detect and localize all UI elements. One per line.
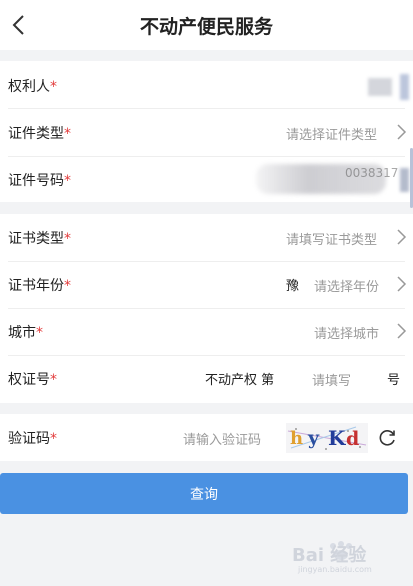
owner-row[interactable]: 权利人* — [0, 62, 413, 109]
cert-no-value-masked-end — [400, 168, 409, 192]
captcha-char: K — [328, 426, 346, 450]
right-no-label: 权证号* — [8, 372, 57, 388]
right-no-row[interactable]: 权证号* 不动产权 第 请填写 号 — [0, 355, 413, 402]
captcha-char: h — [290, 428, 304, 449]
city-label: 城市* — [8, 325, 43, 341]
cert-no-label: 证件号码* — [8, 173, 71, 189]
chevron-right-icon — [397, 276, 407, 292]
captcha-row[interactable]: 验证码* 请输入验证码 h y K d — [0, 414, 413, 461]
chevron-right-icon — [397, 323, 407, 339]
right-no-prefix: 不动产权 第 — [205, 373, 275, 388]
book-type-input[interactable]: 请填写证书类型 — [286, 229, 377, 248]
owner-value-masked-end — [400, 74, 409, 100]
owner-value-masked — [368, 78, 392, 96]
captcha-input[interactable]: 请输入验证码 — [183, 429, 261, 448]
right-no-input[interactable]: 请填写 — [312, 370, 351, 389]
cert-type-select[interactable]: 请选择证件类型 — [286, 124, 377, 143]
book-year-prefix: 豫 — [286, 279, 300, 294]
watermark-url: jingyan.baidu.com — [298, 565, 372, 574]
refresh-icon[interactable] — [378, 428, 398, 448]
top-bar: 不动产便民服务 — [0, 0, 413, 50]
book-type-row[interactable]: 证书类型* 请填写证书类型 — [0, 214, 413, 261]
cert-no-row[interactable]: 证件号码* 0038317 — [0, 156, 413, 203]
captcha-section: 验证码* 请输入验证码 h y K d — [0, 414, 413, 461]
owner-label: 权利人* — [8, 79, 57, 95]
captcha-char: y — [308, 427, 320, 449]
book-year-select[interactable]: 请选择年份 — [314, 276, 379, 295]
captcha-image[interactable]: h y K d — [286, 423, 368, 453]
identity-section: 权利人* 证件类型* 请选择证件类型 证件号码* 0038317 — [0, 61, 413, 202]
watermark-text: Bai 经验 — [292, 545, 367, 566]
chevron-right-icon — [397, 124, 407, 140]
city-select[interactable]: 请选择城市 — [314, 323, 379, 342]
book-year-label: 证书年份* — [8, 278, 71, 294]
captcha-label: 验证码* — [8, 431, 57, 447]
captcha-char: d — [346, 428, 360, 450]
certificate-section: 证书类型* 请填写证书类型 证书年份* 豫 请选择年份 城市* 请选择城市 权证… — [0, 214, 413, 403]
chevron-right-icon — [397, 229, 407, 245]
page-title: 不动产便民服务 — [139, 16, 273, 38]
query-button[interactable]: 查询 — [0, 473, 408, 514]
cert-type-row[interactable]: 证件类型* 请选择证件类型 — [0, 109, 413, 156]
watermark: Bai 经验 jingyan.baidu.com — [290, 535, 400, 575]
cert-type-label: 证件类型* — [8, 126, 71, 142]
city-row[interactable]: 城市* 请选择城市 — [0, 308, 413, 355]
book-year-row[interactable]: 证书年份* 豫 请选择年份 — [0, 261, 413, 308]
right-no-suffix: 号 — [387, 373, 401, 388]
cert-no-value-partial[interactable]: 0038317 — [345, 166, 398, 180]
book-type-label: 证书类型* — [8, 231, 71, 247]
